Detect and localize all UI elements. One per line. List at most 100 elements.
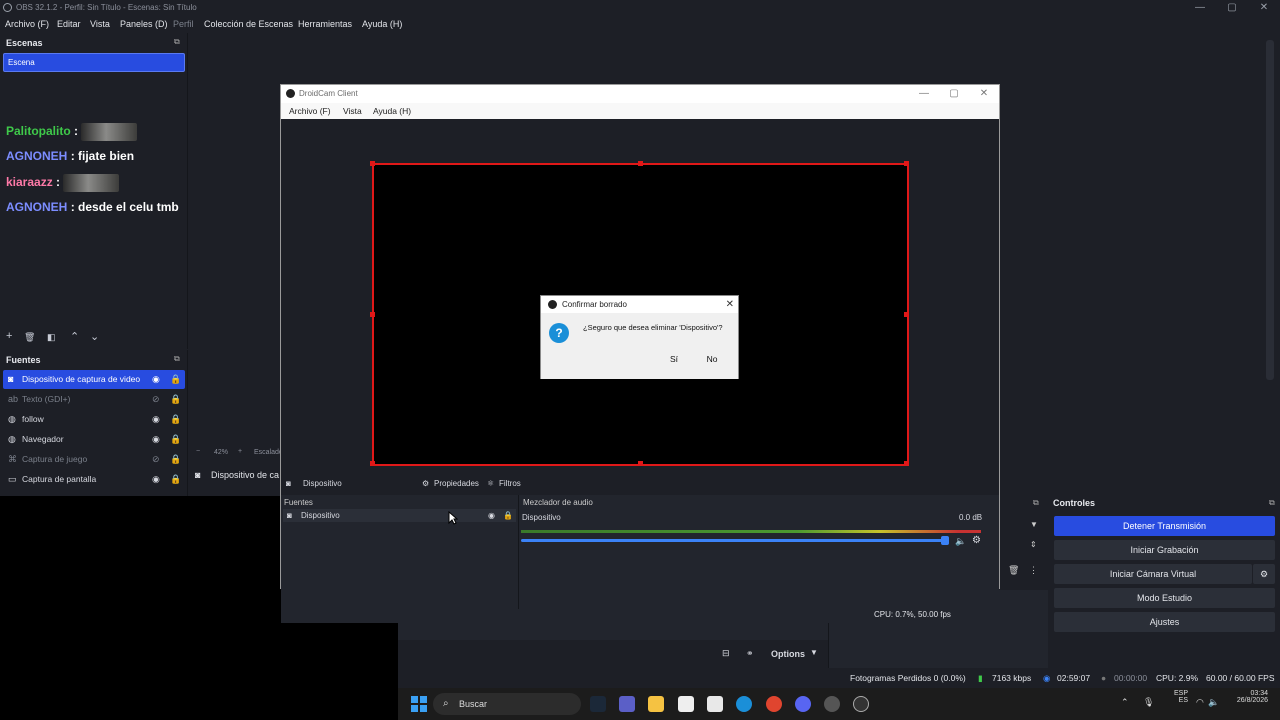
eye-icon[interactable]: ◉ <box>152 410 160 429</box>
maximize-button[interactable]: ▢ <box>939 85 969 103</box>
windows-start-icon[interactable] <box>411 696 427 712</box>
settings-button[interactable]: Ajustes <box>1054 612 1275 632</box>
eye-icon[interactable]: ◉ <box>152 430 160 449</box>
link-icon[interactable]: ⚭ <box>746 648 754 659</box>
menu-ayuda[interactable]: Ayuda (H) <box>362 16 402 32</box>
eye-icon[interactable]: ◉ <box>152 370 160 389</box>
source-item[interactable]: ▭ Captura de pantalla ◉ 🔒 <box>3 470 185 489</box>
lock-icon[interactable]: 🔒 <box>170 410 181 429</box>
volume-slider[interactable] <box>521 539 944 542</box>
options-button[interactable]: Options <box>771 649 805 659</box>
edge-icon[interactable] <box>736 696 752 712</box>
chevron-down-icon[interactable]: ▼ <box>810 648 818 657</box>
resize-handle[interactable] <box>638 161 643 166</box>
resize-handle[interactable] <box>904 461 909 466</box>
mic-icon[interactable]: 🎙 <box>1143 697 1154 708</box>
lock-icon[interactable]: 🔒 <box>170 390 181 409</box>
no-button[interactable]: No <box>695 351 729 367</box>
lock-icon[interactable]: 🔒 <box>170 450 181 469</box>
eye-hidden-icon[interactable]: ⊘ <box>152 450 160 469</box>
zoom-out-button[interactable]: − <box>196 448 200 455</box>
language-indicator[interactable]: ESP ES <box>1158 690 1188 704</box>
store-icon[interactable] <box>707 696 723 712</box>
clock[interactable]: 03:34 26/8/2026 <box>1222 690 1268 704</box>
wifi-icon[interactable]: ◠ <box>1196 697 1204 708</box>
chevron-down-icon[interactable]: ▼ <box>1030 520 1038 529</box>
studio-mode-button[interactable]: Modo Estudio <box>1054 588 1275 608</box>
close-button[interactable]: ✕ <box>1248 0 1280 16</box>
scene-item[interactable]: Escena <box>3 53 185 72</box>
lock-icon[interactable]: 🔒 <box>170 470 181 489</box>
obs-taskbar-icon[interactable] <box>853 696 869 712</box>
preview-scrollbar[interactable] <box>1266 40 1274 380</box>
volume-icon[interactable]: 🔈 <box>1208 697 1219 708</box>
droid-menu-archivo[interactable]: Archivo (F) <box>289 103 331 119</box>
resize-handle[interactable] <box>370 161 375 166</box>
capcut-icon[interactable] <box>678 696 694 712</box>
layout-icon[interactable]: ⊟ <box>722 648 730 659</box>
lock-icon[interactable]: 🔒 <box>503 509 513 522</box>
droid-menu-vista[interactable]: Vista <box>343 103 362 119</box>
source-item[interactable]: ◍ follow ◉ 🔒 <box>3 410 185 429</box>
lock-icon[interactable]: 🔒 <box>170 370 181 389</box>
speaker-icon[interactable]: 🔈 <box>955 536 966 547</box>
filters-button[interactable]: Filtros <box>499 475 521 493</box>
minimize-button[interactable]: — <box>909 85 939 103</box>
add-scene-icon[interactable]: + <box>6 330 12 342</box>
eye-icon[interactable]: ◉ <box>152 470 160 489</box>
undock-icon[interactable]: ⧉ <box>174 37 180 47</box>
droid-menu-ayuda[interactable]: Ayuda (H) <box>373 103 411 119</box>
source-item[interactable]: ab Texto (GDI+) ⊘ 🔒 <box>3 390 185 409</box>
menu-vista[interactable]: Vista <box>90 16 110 32</box>
close-icon[interactable]: ✕ <box>726 296 734 313</box>
source-item[interactable]: ⌘ Captura de juego ⊘ 🔒 <box>3 450 185 469</box>
folder-icon[interactable] <box>648 696 664 712</box>
maximize-button[interactable]: ▢ <box>1216 0 1248 16</box>
source-item[interactable]: ◍ Navegador ◉ 🔒 <box>3 430 185 449</box>
volume-meter[interactable]: 🔈 ⚙ <box>521 526 984 546</box>
move-down-icon[interactable]: ⌄ <box>90 330 99 343</box>
chevron-up-icon[interactable]: ⌃ <box>1121 697 1129 708</box>
resize-handle[interactable] <box>904 161 909 166</box>
menu-paneles[interactable]: Paneles (D) <box>120 16 168 32</box>
resize-handle[interactable] <box>638 461 643 466</box>
lock-icon[interactable]: 🔒 <box>170 430 181 449</box>
properties-button[interactable]: Propiedades <box>434 475 479 493</box>
trash-icon[interactable]: 🗑 <box>1008 565 1019 576</box>
inner-source-item[interactable]: ◙ Dispositivo ◉ 🔒 <box>283 509 516 522</box>
source-item[interactable]: ◙ Dispositivo de captura de video ◉ 🔒 <box>3 370 185 389</box>
menu-perfil[interactable]: Perfil <box>173 16 194 32</box>
menu-editar[interactable]: Editar <box>57 16 81 32</box>
discord-icon[interactable] <box>795 696 811 712</box>
minimize-button[interactable]: — <box>1184 0 1216 16</box>
close-button[interactable]: ✕ <box>969 85 999 103</box>
undock-icon[interactable]: ⧉ <box>1033 498 1039 508</box>
start-recording-button[interactable]: Iniciar Grabación <box>1054 540 1275 560</box>
gear-icon[interactable]: ⚙ <box>1253 564 1275 584</box>
gear-icon[interactable]: ⚙ <box>972 535 981 546</box>
filter-icon[interactable]: ⚛ <box>487 475 494 493</box>
gear-icon[interactable]: ⚙ <box>422 475 429 493</box>
zoom-in-button[interactable]: + <box>238 448 242 455</box>
app-icon[interactable] <box>824 696 840 712</box>
menu-archivo[interactable]: Archivo (F) <box>5 16 49 32</box>
resize-handle[interactable] <box>370 312 375 317</box>
trash-icon[interactable]: 🗑 <box>24 332 35 343</box>
undock-icon[interactable]: ⧉ <box>1269 498 1275 508</box>
stop-stream-button[interactable]: Detener Transmisión <box>1054 516 1275 536</box>
resize-handle[interactable] <box>370 461 375 466</box>
volume-knob[interactable] <box>941 536 949 545</box>
filter-icon[interactable]: ◧ <box>47 332 56 343</box>
move-up-icon[interactable]: ⌃ <box>70 330 79 343</box>
eye-hidden-icon[interactable]: ⊘ <box>152 390 160 409</box>
eye-icon[interactable]: ◉ <box>488 509 495 522</box>
more-icon[interactable]: ⋮ <box>1029 565 1038 576</box>
undock-icon[interactable]: ⧉ <box>174 354 180 364</box>
virtual-camera-button[interactable]: Iniciar Cámara Virtual <box>1054 564 1252 584</box>
menu-herramientas[interactable]: Herramientas <box>298 16 352 32</box>
teams-icon[interactable] <box>619 696 635 712</box>
resize-handle[interactable] <box>904 312 909 317</box>
menu-coleccion[interactable]: Colección de Escenas <box>204 16 293 32</box>
chrome-icon[interactable] <box>766 696 782 712</box>
stepper-icon[interactable]: ⇕ <box>1030 540 1037 549</box>
